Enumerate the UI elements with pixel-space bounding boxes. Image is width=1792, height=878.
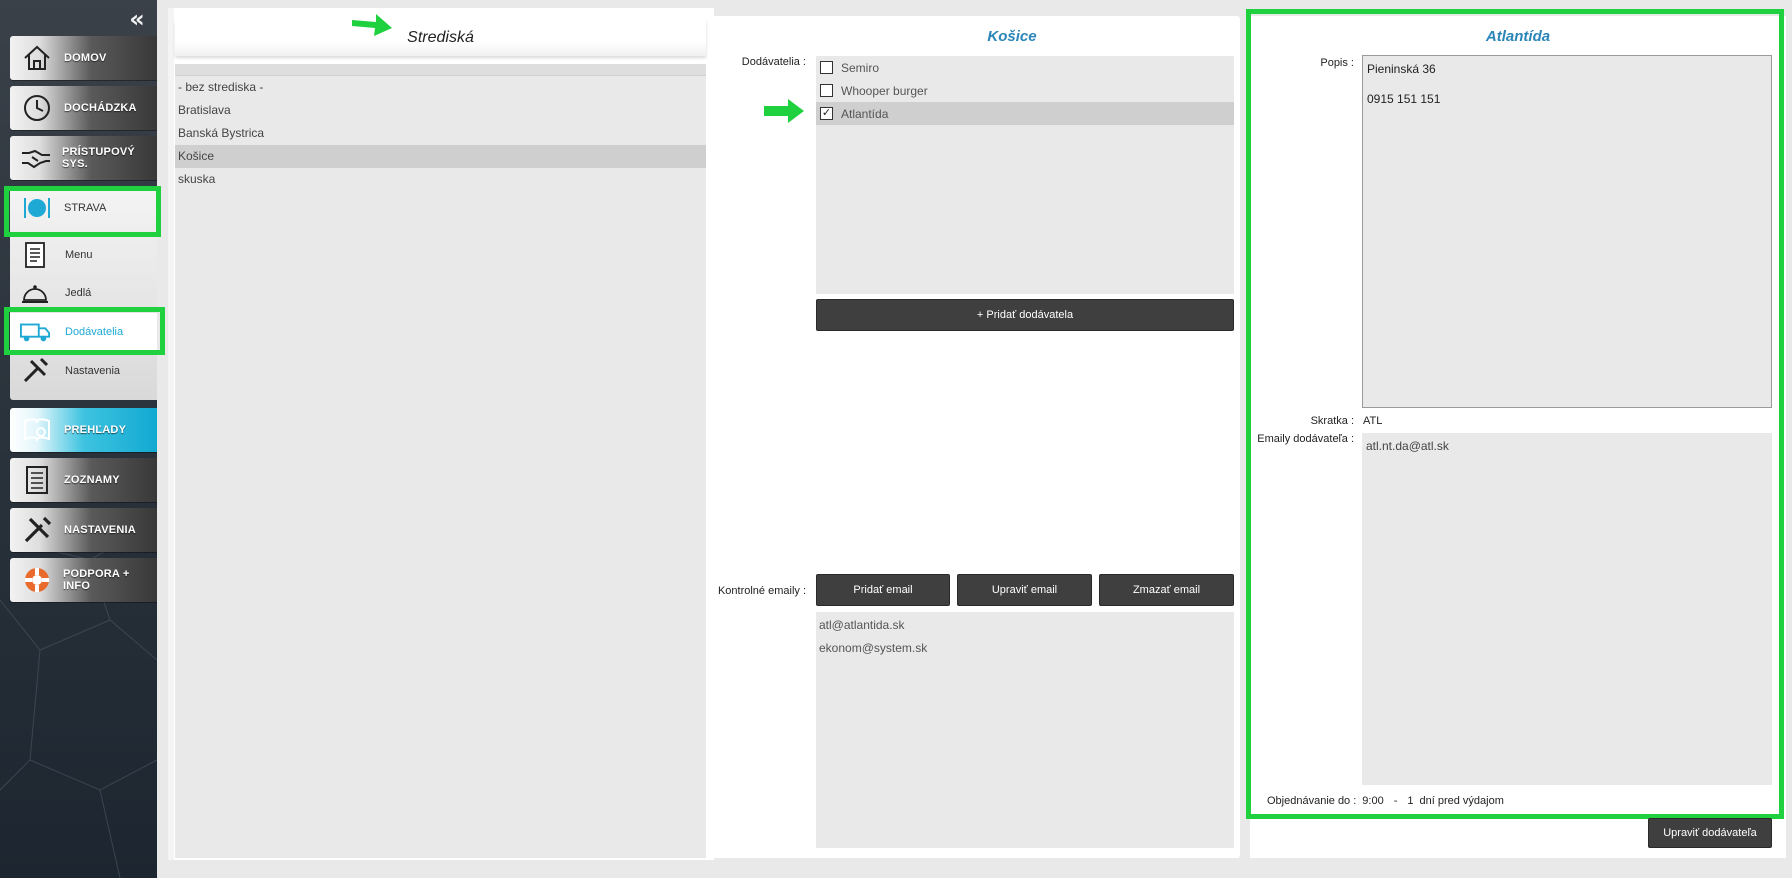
popis-line: Pieninská 36 — [1367, 62, 1436, 76]
supplier-checkbox-checked[interactable]: ✓ — [820, 107, 833, 120]
green-arrow-icon — [352, 14, 392, 36]
nav-label: NASTAVENIA — [64, 524, 136, 536]
popis-label: Popis : — [1320, 57, 1354, 69]
menu-document-icon — [20, 240, 50, 270]
order-deadline-days[interactable]: 1 — [1407, 795, 1413, 807]
nav-prehlady[interactable]: PREHĽADY — [10, 408, 157, 452]
strediska-item-banska-bystrica[interactable]: Banská Bystrica — [175, 122, 706, 145]
home-icon — [20, 41, 54, 75]
supplier-checkbox[interactable] — [820, 61, 833, 74]
order-deadline-label: Objednávanie do : — [1267, 795, 1357, 807]
popis-textarea[interactable]: Pieninská 36 0915 151 151 — [1362, 55, 1772, 408]
subnav-label: Jedlá — [65, 287, 92, 299]
order-deadline-suffix: dní pred výdajom — [1419, 795, 1504, 807]
strediska-item-bez[interactable]: - bez strediska - — [175, 76, 706, 99]
popis-line: 0915 151 151 — [1367, 92, 1441, 106]
nav-dochadzka[interactable]: DOCHÁDZKA — [10, 86, 157, 130]
nav-label: PREHĽADY — [64, 424, 127, 436]
strediska-list: - bez strediska - Bratislava Banská Byst… — [175, 64, 706, 858]
list-icon — [20, 463, 54, 497]
supplier-emails-label: Emaily dodávateľa : — [1257, 433, 1354, 445]
nav-podpora-info[interactable]: PODPORA + INFO — [10, 558, 157, 602]
strediska-title: Strediská — [407, 29, 474, 46]
nav-label: ZOZNAMY — [64, 474, 120, 486]
skratka-value: ATL — [1363, 415, 1383, 427]
order-deadline-row: Objednávanie do : 9:00 - 1 dní pred výda… — [1267, 795, 1504, 807]
add-email-button[interactable]: Pridať email — [816, 574, 950, 606]
reports-icon — [20, 413, 54, 447]
tools-icon — [20, 513, 54, 547]
suppliers-label: Dodávatelia : — [741, 56, 806, 68]
subnav-label: Nastavenia — [65, 365, 121, 377]
collapse-sidebar-button[interactable]: « — [126, 7, 148, 31]
nav-label: DOCHÁDZKA — [64, 102, 137, 114]
nav-label: STRAVA — [64, 202, 107, 214]
nav-zoznamy[interactable]: ZOZNAMY — [10, 458, 157, 502]
nav-label: DOMOV — [64, 52, 107, 64]
control-emails-list[interactable]: atl@atlantida.sk ekonom@system.sk — [816, 612, 1234, 848]
green-arrow-icon — [764, 99, 804, 123]
control-email-item[interactable]: ekonom@system.sk — [816, 637, 1234, 660]
cloche-icon — [20, 278, 50, 308]
kosice-title: Košice — [987, 28, 1037, 45]
handshake-icon — [20, 141, 52, 175]
strediska-item-bratislava[interactable]: Bratislava — [175, 99, 706, 122]
strediska-item-skuska[interactable]: skuska — [175, 168, 706, 191]
list-separator — [175, 64, 706, 76]
supplier-name: Atlantída — [841, 106, 889, 121]
plate-cutlery-icon — [20, 191, 54, 225]
strediska-item-kosice[interactable]: Košice — [175, 145, 706, 168]
subnav-menu[interactable]: Menu — [10, 236, 157, 274]
supplier-item-semiro[interactable]: Semiro — [816, 56, 1234, 79]
supplier-item-atlantida[interactable]: ✓ Atlantída — [816, 102, 1234, 125]
control-emails-label: Kontrolné emaily : — [717, 585, 806, 597]
nav-pristupovy-sys[interactable]: PRÍSTUPOVÝ SYS. — [10, 136, 157, 180]
delete-email-button[interactable]: Zmazať email — [1099, 574, 1234, 606]
atlantida-title: Atlantída — [1485, 28, 1551, 45]
supplier-list: Semiro Whooper burger ✓ Atlantída — [816, 56, 1234, 294]
clock-icon — [20, 91, 54, 125]
nav-domov[interactable]: DOMOV — [10, 36, 157, 80]
order-deadline-time[interactable]: 9:00 — [1362, 795, 1383, 807]
control-email-item[interactable]: atl@atlantida.sk — [816, 614, 1234, 637]
order-deadline-dash: - — [1393, 795, 1398, 807]
sidebar: « DOMOV DOCHÁDZKA PRÍSTUPOVÝ SYS. STRAVA — [0, 0, 157, 878]
subnav-nastavenia[interactable]: Nastavenia — [10, 352, 157, 390]
subnav-label: Dodávatelia — [65, 326, 124, 338]
lifebuoy-icon — [20, 563, 53, 597]
supplier-checkbox[interactable] — [820, 84, 833, 97]
popis-line — [1367, 77, 1767, 92]
subnav-jedla[interactable]: Jedlá — [10, 274, 157, 312]
nav-nastavenia[interactable]: NASTAVENIA — [10, 508, 157, 552]
edit-email-button[interactable]: Upraviť email — [957, 574, 1092, 606]
strediska-header: Strediská — [175, 20, 706, 56]
truck-icon — [20, 317, 50, 347]
edit-supplier-button[interactable]: Upraviť dodávateľa — [1648, 818, 1772, 848]
skratka-label: Skratka : — [1310, 415, 1354, 427]
subnav-label: Menu — [65, 249, 93, 261]
supplier-item-whooper[interactable]: Whooper burger — [816, 79, 1234, 102]
nav-label: PODPORA + INFO — [63, 568, 130, 592]
supplier-name: Whooper burger — [841, 83, 928, 98]
supplier-name: Semiro — [841, 60, 880, 75]
add-supplier-button[interactable]: + Pridať dodávatela — [816, 299, 1234, 331]
supplier-emails-textarea[interactable]: atl.nt.da@atl.sk — [1362, 433, 1772, 785]
nav-label: PRÍSTUPOVÝ SYS. — [62, 146, 135, 170]
wrench-icon — [20, 356, 50, 386]
subnav-dodavatelia[interactable]: Dodávatelia — [10, 313, 157, 351]
nav-strava[interactable]: STRAVA — [10, 186, 157, 230]
